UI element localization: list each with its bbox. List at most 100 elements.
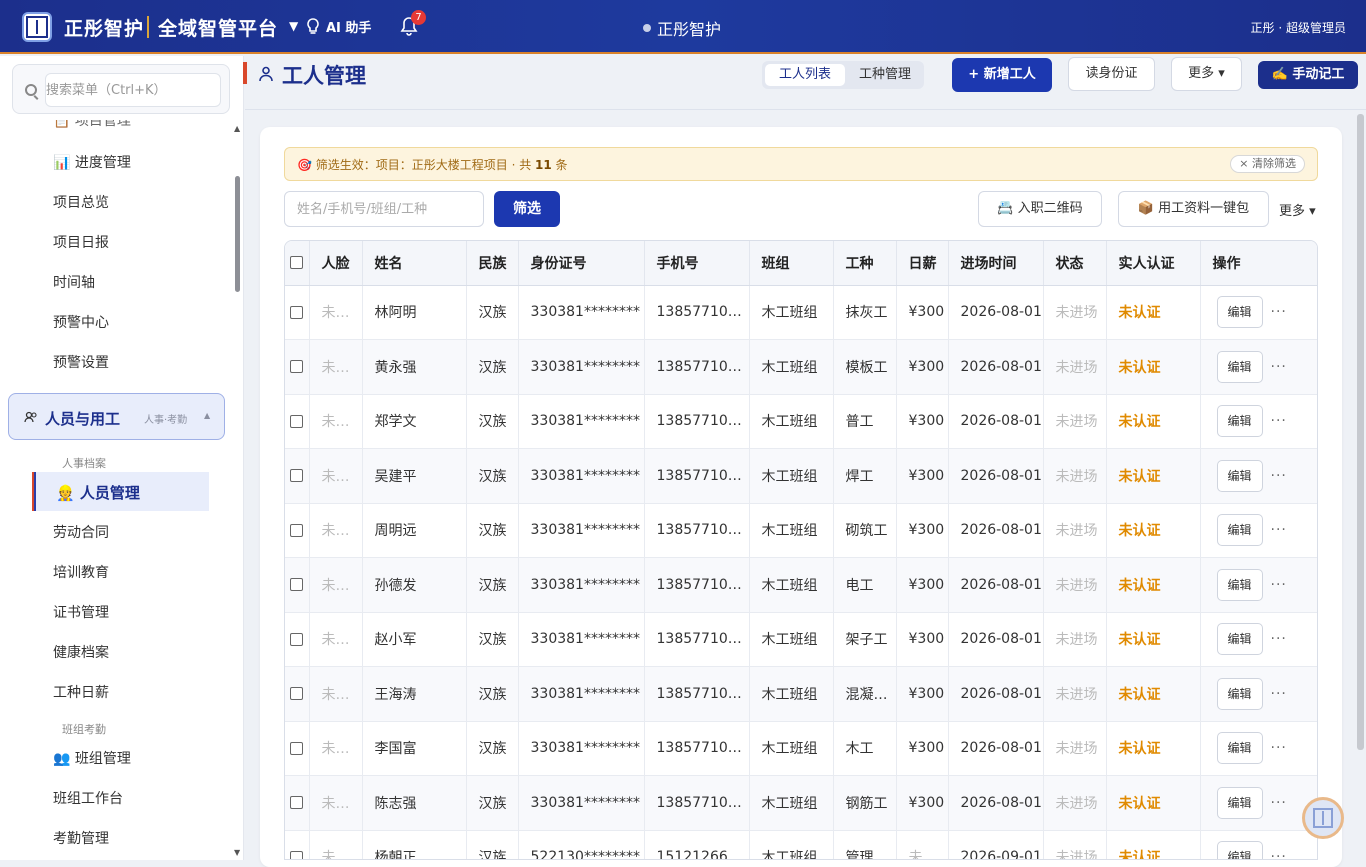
sidebar-item-alert-settings[interactable]: 预警设置 <box>53 352 109 372</box>
sidebar-group-personnel[interactable]: 人员与用工 人事·考勤 ▲ <box>8 393 225 440</box>
edit-button[interactable]: 编辑 <box>1216 296 1263 329</box>
labor-package-button[interactable]: 📦 用工资料一键包 <box>1118 191 1269 227</box>
page-title: 工人管理 <box>282 64 366 88</box>
table-row[interactable]: 未采集 李国富 汉族 330381******** 13857710*** 木工班组 木工 ¥… <box>285 721 1317 776</box>
more-actions-icon[interactable]: ··· <box>1271 413 1287 429</box>
more-actions-icon[interactable]: ··· <box>1271 631 1287 647</box>
onboarding-qrcode-button[interactable]: 📇 入职二维码 <box>978 191 1102 227</box>
sidebar-group-sub: 人事·考勤 <box>144 415 188 426</box>
edit-button[interactable]: 编辑 <box>1216 732 1263 765</box>
ethnic-cell: 汉族 <box>466 612 519 667</box>
row-checkbox[interactable] <box>285 612 310 667</box>
worker-search-input[interactable] <box>284 191 484 227</box>
tab-worker-list[interactable]: 工人列表 <box>765 64 845 86</box>
header-more-button[interactable]: 更多 ▾ <box>1171 57 1242 91</box>
name-cell: 杨朝正 <box>362 830 467 859</box>
filter-button[interactable]: 筛选 <box>494 191 560 227</box>
menu-search-input[interactable] <box>45 73 221 107</box>
sidebar-item-progress[interactable]: 📊 进度管理 <box>53 152 131 172</box>
more-actions-icon[interactable]: ··· <box>1271 849 1287 859</box>
table-row[interactable]: 未采集 孙德发 汉族 330381******** 13857710*** 木工班组 电工 ¥… <box>285 557 1317 613</box>
sidebar-scrollbar[interactable] <box>235 176 240 292</box>
row-checkbox[interactable] <box>285 721 310 776</box>
edit-button[interactable]: 编辑 <box>1216 623 1263 656</box>
clear-filter-button[interactable]: × 清除筛选 <box>1230 155 1305 173</box>
sidebar-item-trade-wage[interactable]: 工种日薪 <box>53 682 109 702</box>
col-phone: 手机号 <box>644 241 750 286</box>
sidebar-item-project-daily[interactable]: 项目日报 <box>53 232 109 252</box>
sidebar-scroll-down-icon[interactable]: ▼ <box>234 848 240 857</box>
toolbar-more-button[interactable]: 更多 ▾ <box>1279 200 1316 219</box>
edit-button[interactable]: 编辑 <box>1216 841 1263 859</box>
sidebar-item-project-overview[interactable]: 项目总览 <box>53 192 109 212</box>
page-scrollbar[interactable] <box>1357 114 1364 750</box>
sidebar-item-team-workbench[interactable]: 班组工作台 <box>53 788 123 808</box>
sidebar-item-timeline[interactable]: 时间轴 <box>53 272 95 292</box>
id-cell: 330381******** <box>518 394 645 449</box>
table-row[interactable]: 未采集 林阿明 汉族 330381******** 13857710*** 木工班组 抹灰工… <box>285 285 1317 340</box>
edit-button[interactable]: 编辑 <box>1216 677 1263 710</box>
row-checkbox[interactable] <box>285 339 310 395</box>
sidebar-item-certificates[interactable]: 证书管理 <box>53 602 109 622</box>
more-actions-icon[interactable]: ··· <box>1271 740 1287 756</box>
table-row[interactable]: 未采集 杨朝正 汉族 522130******** 15121266*** 木工班组 管理未… <box>285 830 1317 859</box>
user-info[interactable]: 正彤 · 超级管理员 <box>1251 19 1346 36</box>
row-checkbox[interactable] <box>285 394 310 449</box>
table-row[interactable]: 未采集 周明远 汉族 330381******** 13857710*** 木工班组 砌筑工… <box>285 503 1317 558</box>
table-row[interactable]: 未采集 吴建平 汉族 330381******** 13857710*** 木工班组 焊工 ¥… <box>285 448 1317 504</box>
table-row[interactable]: 未采集 王海涛 汉族 330381******** 13857710*** 木工班组 混凝土… <box>285 666 1317 722</box>
brand-name: 正彤智护 <box>64 18 145 40</box>
status-cell: 未进场 <box>1043 830 1107 859</box>
select-all-checkbox[interactable] <box>285 241 310 286</box>
name-cell: 郑学文 <box>362 394 467 449</box>
row-checkbox[interactable] <box>285 775 310 831</box>
sidebar-item-training[interactable]: 培训教育 <box>53 562 109 582</box>
platform-switch-caret-icon[interactable]: ▼ <box>289 19 298 33</box>
floating-assistant-icon[interactable] <box>1302 797 1344 839</box>
ai-assistant-button[interactable]: AI 助手 <box>306 17 371 36</box>
edit-button[interactable]: 编辑 <box>1216 568 1263 601</box>
edit-button[interactable]: 编辑 <box>1216 786 1263 819</box>
tab-trade-management[interactable]: 工种管理 <box>848 64 922 86</box>
table-row[interactable]: 未采集 黄永强 汉族 330381******** 13857710*** 木工班组 模板工… <box>285 339 1317 395</box>
sidebar-item-personnel-management[interactable]: 👷 人员管理 <box>32 472 209 511</box>
lightbulb-icon <box>307 18 319 34</box>
manual-record-button[interactable]: ✍️ 手动记工 <box>1258 61 1358 89</box>
more-actions-icon[interactable]: ··· <box>1271 304 1287 320</box>
edit-button[interactable]: 编辑 <box>1216 350 1263 383</box>
sidebar-scroll-up-icon[interactable]: ▲ <box>234 124 240 133</box>
table-row[interactable]: 未采集 赵小军 汉族 330381******** 13857710*** 木工班组 架子工… <box>285 612 1317 667</box>
date-cell: 2026-08-01 <box>948 503 1044 558</box>
row-checkbox[interactable] <box>285 448 310 504</box>
ethnic-cell: 汉族 <box>466 448 519 504</box>
more-actions-icon[interactable]: ··· <box>1271 468 1287 484</box>
sidebar-item-attendance[interactable]: 考勤管理 <box>53 828 109 848</box>
more-actions-icon[interactable]: ··· <box>1271 577 1287 593</box>
read-id-card-button[interactable]: 读身份证 <box>1068 57 1155 91</box>
actions-cell: 编辑 ··· <box>1200 285 1317 340</box>
table-row[interactable]: 未采集 郑学文 汉族 330381******** 13857710*** 木工班组 普工 ¥… <box>285 394 1317 449</box>
sidebar-item-labor-contract[interactable]: 劳动合同 <box>53 522 109 542</box>
row-checkbox[interactable] <box>285 285 310 340</box>
edit-button[interactable]: 编辑 <box>1216 405 1263 438</box>
table-row[interactable]: 未采集 陈志强 汉族 330381******** 13857710*** 木工班组 钢筋工… <box>285 775 1317 831</box>
edit-button[interactable]: 编辑 <box>1216 459 1263 492</box>
team-cell: 木工班组 <box>749 557 834 613</box>
row-checkbox[interactable] <box>285 503 310 558</box>
row-checkbox[interactable] <box>285 830 310 859</box>
row-checkbox[interactable] <box>285 666 310 722</box>
sidebar-item-team-management[interactable]: 👥 班组管理 <box>53 748 131 768</box>
sidebar-item-alert-center[interactable]: 预警中心 <box>53 312 109 332</box>
brand-logo-icon[interactable] <box>22 12 52 42</box>
more-actions-icon[interactable]: ··· <box>1271 522 1287 538</box>
edit-button[interactable]: 编辑 <box>1216 514 1263 547</box>
sidebar-item-health[interactable]: 健康档案 <box>53 642 109 662</box>
phone-cell: 13857710*** <box>644 612 750 667</box>
more-actions-icon[interactable]: ··· <box>1271 359 1287 375</box>
more-actions-icon[interactable]: ··· <box>1271 795 1287 811</box>
brand-divider <box>147 16 149 38</box>
row-checkbox[interactable] <box>285 557 310 613</box>
more-actions-icon[interactable]: ··· <box>1271 686 1287 702</box>
face-cell: 未采集 <box>309 775 363 831</box>
add-worker-button[interactable]: + 新增工人 <box>952 58 1052 92</box>
